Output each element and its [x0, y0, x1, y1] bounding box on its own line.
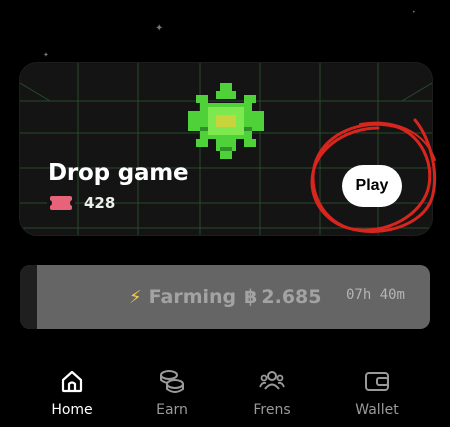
nav-item-wallet[interactable]: Wallet: [337, 355, 417, 418]
farming-progress-track: [20, 265, 37, 329]
game-title: Drop game: [48, 160, 189, 186]
farming-timer: 07h 40m: [345, 287, 405, 303]
nav-item-earn[interactable]: Earn: [132, 355, 212, 418]
friends-icon: [259, 371, 285, 390]
drop-game-card[interactable]: Drop game 428 Play: [19, 62, 433, 236]
nav-item-home[interactable]: Home: [32, 355, 112, 418]
nav-label-earn: Earn: [156, 402, 188, 418]
ticket-icon: [47, 196, 75, 210]
bottom-nav: Home Earn Frens Wallet: [0, 355, 450, 427]
play-button[interactable]: Play: [342, 165, 402, 207]
farming-label: Farming: [148, 286, 237, 308]
farming-bar[interactable]: ⚡ Farming ฿ 2.685 07h 40m: [20, 265, 430, 329]
sparkle-icon: ✦: [43, 51, 49, 59]
nav-label-frens: Frens: [253, 402, 291, 418]
wallet-icon: [365, 372, 389, 391]
ticket-count: 428: [84, 194, 116, 212]
green-star-icon: [188, 83, 264, 159]
nav-label-home: Home: [51, 402, 93, 418]
nav-item-frens[interactable]: Frens: [232, 355, 312, 418]
farming-value: 2.685: [261, 286, 322, 308]
coins-icon: [160, 370, 184, 393]
ticket-balance: 428: [47, 194, 116, 212]
nav-label-wallet: Wallet: [355, 402, 399, 418]
sparkle-icon: ✦: [155, 23, 164, 34]
lightning-icon: ⚡: [129, 286, 142, 308]
currency-symbol: ฿: [244, 286, 258, 308]
home-icon: [61, 370, 83, 393]
sparkle-icon: •: [412, 9, 416, 16]
